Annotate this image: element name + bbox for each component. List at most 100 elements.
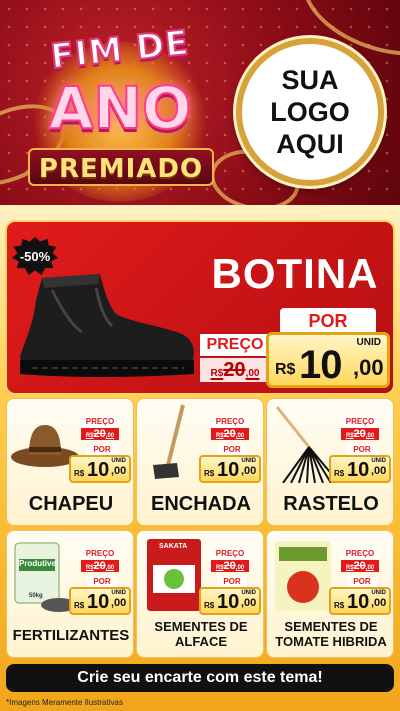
- new-price-cents: ,00: [111, 597, 127, 609]
- price-tag: PREÇO R$20,00 POR UNID R$ 10 ,00: [69, 417, 131, 483]
- old-price-int: 20: [353, 560, 366, 572]
- header-banner: FIM DE ANO PREMIADO SUA LOGO AQUI: [0, 0, 400, 215]
- old-price-currency: R$: [345, 565, 354, 571]
- new-price-int: 10: [347, 459, 370, 481]
- product-card[interactable]: PREÇO R$20,00 POR UNID R$ 10 ,00 ENCHADA: [136, 398, 264, 526]
- product-card[interactable]: PREÇO R$20,00 POR UNID R$ 10 ,00 RASTELO: [266, 398, 394, 526]
- new-price-cents: ,00: [111, 465, 127, 477]
- old-price: R$20,00: [211, 428, 249, 440]
- old-price-cents: ,00: [245, 368, 260, 379]
- title-line-premiado: PREMIADO: [28, 148, 214, 186]
- old-price-label: PREÇO: [81, 417, 119, 427]
- product-name: SEMENTES DE TOMATE HIBRIDA: [275, 619, 387, 649]
- old-price-label: PREÇO: [211, 417, 249, 427]
- currency-symbol: R$: [204, 601, 215, 610]
- unit-label: UNID: [241, 458, 256, 464]
- old-price-label: PREÇO: [341, 549, 379, 559]
- logo-placeholder-text: SUA LOGO AQUI: [270, 65, 350, 159]
- new-price-box: UNID R$ 10 ,00: [69, 455, 131, 483]
- featured-price-tag: PREÇO R$20,00 POR UNID R$ 10 ,00: [200, 308, 390, 388]
- new-price-label: POR: [217, 445, 247, 455]
- price-tag: PREÇO R$20,00 POR UNID R$ 10 ,00: [329, 549, 391, 615]
- currency-symbol: R$: [275, 361, 296, 378]
- product-name: FERTILIZANTES: [12, 627, 130, 644]
- new-price-cents: ,00: [371, 597, 387, 609]
- cta-button[interactable]: Crie seu encarte com este tema!: [6, 664, 394, 692]
- product-card[interactable]: PREÇO R$20,00 POR UNID R$ 10 ,00 FERTILI…: [6, 530, 134, 658]
- old-price-int: 20: [353, 428, 366, 440]
- old-price-int: 20: [223, 359, 246, 381]
- old-price-cents: ,00: [365, 433, 375, 439]
- currency-symbol: R$: [74, 601, 85, 610]
- currency-symbol: R$: [334, 469, 345, 478]
- new-price-int: 10: [217, 459, 240, 481]
- old-price-label: PREÇO: [341, 417, 379, 427]
- unit-label: UNID: [371, 590, 386, 596]
- old-price-int: 20: [223, 428, 236, 440]
- new-price-int: 10: [87, 459, 110, 481]
- unit-label: UNID: [111, 458, 126, 464]
- disclaimer-footnote: *Imagens Meramente Ilustrativas: [6, 698, 123, 707]
- new-price-cents: ,00: [241, 465, 257, 477]
- price-tag: PREÇO R$20,00 POR UNID R$ 10 ,00: [199, 417, 261, 483]
- old-price-cents: ,00: [235, 433, 245, 439]
- old-price-currency: R$: [215, 565, 224, 571]
- new-price-box: UNID R$ 10 ,00: [329, 587, 391, 615]
- product-name: SEMENTES DE ALFACE: [154, 619, 248, 649]
- new-price-box: UNID R$ 10 ,00: [329, 455, 391, 483]
- product-name: CHAPEU: [28, 493, 114, 515]
- old-price: R$20,00: [200, 358, 270, 382]
- old-price-currency: R$: [345, 433, 354, 439]
- new-price-box: UNID R$ 10 ,00: [199, 587, 261, 615]
- new-price-box: UNID R$ 10 ,00: [69, 587, 131, 615]
- new-price-int: 10: [347, 591, 370, 613]
- fertilizer-brand: Produtive: [19, 559, 56, 568]
- seed-brand: SAKATA: [159, 543, 188, 550]
- currency-symbol: R$: [204, 469, 215, 478]
- campaign-title: FIM DE ANO PREMIADO: [20, 22, 220, 202]
- boot-icon: [20, 274, 194, 377]
- unit-label: UNID: [356, 337, 381, 348]
- old-price: R$20,00: [341, 560, 379, 572]
- currency-symbol: R$: [334, 601, 345, 610]
- product-card[interactable]: PREÇO R$20,00 POR UNID R$ 10 ,00 CHAPEU: [6, 398, 134, 526]
- new-price-label: POR: [280, 308, 376, 334]
- currency-symbol: R$: [74, 469, 85, 478]
- old-price-int: 20: [223, 560, 236, 572]
- old-price-currency: R$: [210, 368, 224, 379]
- new-price-int: 10: [217, 591, 240, 613]
- flyer-page: FIM DE ANO PREMIADO SUA LOGO AQUI -50% B…: [0, 0, 400, 711]
- old-price-label: PREÇO: [81, 549, 119, 559]
- unit-label: UNID: [111, 590, 126, 596]
- new-price-box: UNID R$ 10 ,00: [199, 455, 261, 483]
- old-price-cents: ,00: [365, 565, 375, 571]
- unit-label: UNID: [241, 590, 256, 596]
- old-price-cents: ,00: [235, 565, 245, 571]
- old-price: R$20,00: [81, 560, 119, 572]
- product-name: RASTELO: [283, 493, 379, 515]
- old-price-currency: R$: [85, 565, 94, 571]
- old-price-label: PREÇO: [200, 334, 270, 356]
- logo-placeholder[interactable]: SUA LOGO AQUI: [236, 38, 384, 186]
- new-price-label: POR: [347, 445, 377, 455]
- old-price-currency: R$: [215, 433, 224, 439]
- title-line-ano: ANO: [48, 73, 193, 143]
- new-price-label: POR: [87, 445, 117, 455]
- product-card[interactable]: PREÇO R$20,00 POR UNID R$ 10 ,00 SEMENTE…: [266, 530, 394, 658]
- new-price-cents: ,00: [371, 465, 387, 477]
- new-price-box: UNID R$ 10 ,00: [266, 332, 390, 388]
- new-price-cents: ,00: [241, 597, 257, 609]
- old-price-cents: ,00: [105, 433, 115, 439]
- old-price-currency: R$: [85, 433, 94, 439]
- price-tag: PREÇO R$20,00 POR UNID R$ 10 ,00: [69, 549, 131, 615]
- old-price-cents: ,00: [105, 565, 115, 571]
- new-price-label: POR: [87, 577, 117, 587]
- old-price: R$20,00: [211, 560, 249, 572]
- new-price-label: POR: [217, 577, 247, 587]
- old-price-label: PREÇO: [211, 549, 249, 559]
- old-price-int: 20: [93, 560, 106, 572]
- price-tag: PREÇO R$20,00 POR UNID R$ 10 ,00: [199, 549, 261, 615]
- new-price-int: 10: [87, 591, 110, 613]
- product-card[interactable]: PREÇO R$20,00 POR UNID R$ 10 ,00 SEMENTE…: [136, 530, 264, 658]
- featured-product-name: BOTINA: [211, 250, 379, 297]
